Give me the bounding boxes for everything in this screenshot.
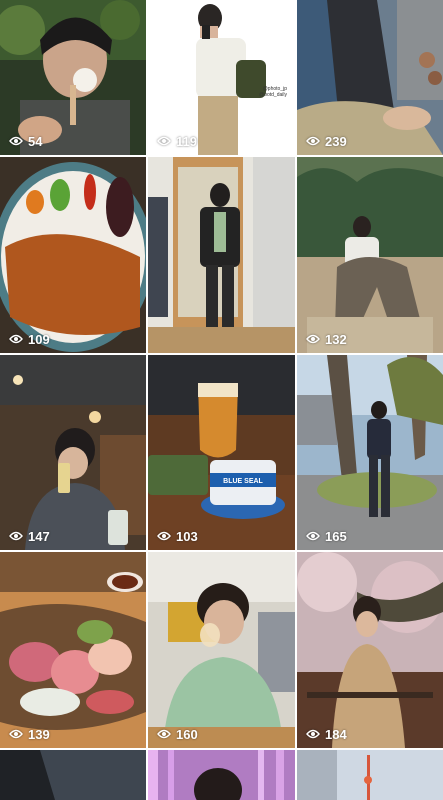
reel-thumbnail — [148, 157, 295, 353]
eye-icon — [306, 529, 320, 544]
eye-icon — [9, 727, 23, 742]
view-count: 239 — [306, 134, 347, 149]
reel-thumbnail — [0, 750, 146, 800]
view-count: 132 — [306, 332, 347, 347]
reel-tile-2[interactable]: @photo_jp @ootd_daily 119 — [148, 0, 295, 155]
view-count-value: 54 — [28, 134, 43, 149]
reel-tile-13[interactable] — [0, 750, 146, 800]
view-count-value: 109 — [28, 332, 50, 347]
view-count: 54 — [9, 134, 42, 149]
reel-thumbnail — [0, 355, 146, 550]
reel-tile-10[interactable]: 139 — [0, 552, 146, 748]
reel-tile-8[interactable]: BLUE SEAL 103 — [148, 355, 295, 550]
cup-label: BLUE SEAL — [223, 478, 263, 485]
reel-thumbnail — [297, 750, 443, 800]
eye-icon — [157, 529, 171, 544]
reel-thumbnail — [148, 0, 295, 155]
view-count: 184 — [306, 727, 347, 742]
reel-tile-3[interactable]: 239 — [297, 0, 443, 155]
caption-line: @ootd_daily — [259, 92, 287, 98]
reels-grid: 54 @photo_jp @ootd_daily 119 239 109 132… — [0, 0, 443, 800]
view-count-value: 160 — [176, 727, 198, 742]
view-count: 103 — [157, 529, 198, 544]
view-count-value: 119 — [176, 134, 197, 149]
reel-tile-12[interactable]: 184 — [297, 552, 443, 748]
view-count-value: 139 — [28, 727, 50, 742]
reel-tile-4[interactable]: 109 — [0, 157, 146, 353]
reel-tile-7[interactable]: 147 — [0, 355, 146, 550]
reel-thumbnail — [297, 552, 443, 748]
view-count: 109 — [9, 332, 50, 347]
view-count-value: 132 — [325, 332, 347, 347]
view-count: 160 — [157, 727, 198, 742]
view-count-value: 103 — [176, 529, 198, 544]
reel-thumbnail: BLUE SEAL — [148, 355, 295, 550]
eye-icon — [157, 134, 171, 149]
view-count-value: 147 — [28, 529, 50, 544]
reel-tile-6[interactable]: 132 — [297, 157, 443, 353]
eye-icon — [306, 134, 320, 149]
eye-icon — [306, 332, 320, 347]
photo-caption: @photo_jp @ootd_daily — [259, 86, 287, 98]
eye-icon — [9, 134, 23, 149]
view-count: 139 — [9, 727, 50, 742]
reel-thumbnail — [297, 157, 443, 353]
view-count: 165 — [306, 529, 347, 544]
reel-tile-1[interactable]: 54 — [0, 0, 146, 155]
view-count-value: 239 — [325, 134, 347, 149]
reel-thumbnail — [0, 0, 146, 155]
view-count: 147 — [9, 529, 50, 544]
view-count-value: 165 — [325, 529, 347, 544]
view-count: 119 — [157, 134, 197, 149]
reel-thumbnail — [297, 0, 443, 155]
reel-thumbnail — [148, 750, 295, 800]
reel-tile-5[interactable] — [148, 157, 295, 353]
eye-icon — [157, 727, 171, 742]
eye-icon — [9, 529, 23, 544]
reel-thumbnail — [148, 552, 295, 748]
eye-icon — [306, 727, 320, 742]
reel-tile-15[interactable] — [297, 750, 443, 800]
view-count-value: 184 — [325, 727, 347, 742]
eye-icon — [9, 332, 23, 347]
reel-thumbnail — [0, 157, 146, 353]
reel-thumbnail — [0, 552, 146, 748]
reel-tile-9[interactable]: 165 — [297, 355, 443, 550]
reel-tile-11[interactable]: 160 — [148, 552, 295, 748]
reel-thumbnail — [297, 355, 443, 550]
reel-tile-14[interactable] — [148, 750, 295, 800]
